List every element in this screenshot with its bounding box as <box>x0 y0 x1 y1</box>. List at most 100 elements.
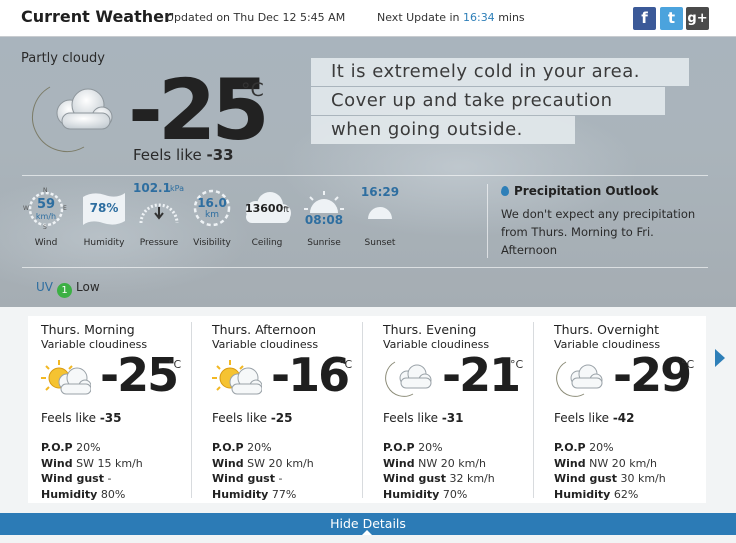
pop-value: 20% <box>247 441 272 454</box>
column-divider <box>362 322 363 498</box>
ceiling-number: 13600 <box>244 202 284 215</box>
forecast-section: Thurs. Morning Variable cloudiness -25 °… <box>0 307 736 513</box>
forecast-details: P.O.P 20% Wind NW 20 km/h Wind gust 32 k… <box>383 440 495 502</box>
forecast-period-name: Thurs. Morning <box>41 322 135 337</box>
wind-value: SW 20 km/h <box>247 456 314 470</box>
column-divider <box>533 322 534 498</box>
column-divider <box>191 322 192 498</box>
feels-like-label: Feels like <box>133 146 202 164</box>
wind-row: Wind SW 20 km/h <box>212 456 314 472</box>
sunset-label: Sunset <box>364 238 396 248</box>
page-title: Current Weather <box>21 7 172 26</box>
uv-index: UV 1 Low <box>36 280 100 298</box>
pop-value: 20% <box>76 441 101 454</box>
raindrop-icon <box>501 186 509 196</box>
humidity-value: 70% <box>442 487 468 501</box>
forecast-feels-like: Feels like -42 <box>554 411 635 425</box>
pop-value: 20% <box>418 441 443 454</box>
forecast-unit: °C <box>339 358 353 371</box>
partly-cloudy-day-icon <box>41 360 91 395</box>
hide-details-button[interactable]: Hide Details <box>0 513 736 535</box>
wind-value: NW 20 km/h <box>418 456 486 470</box>
precipitation-title-text: Precipitation Outlook <box>514 184 659 198</box>
wind-row: Wind NW 20 km/h <box>554 456 666 472</box>
temperature-unit: °C <box>241 79 264 101</box>
sunrise-time: 08:08 <box>304 213 344 227</box>
forecast-details: P.O.P 20% Wind NW 20 km/h Wind gust 30 k… <box>554 440 666 502</box>
sunset-time: 16:29 <box>360 185 400 199</box>
humidity-label: Humidity <box>83 238 125 248</box>
wind-value: NW 20 km/h <box>589 456 657 470</box>
pop-row: P.O.P 20% <box>554 440 666 456</box>
forecast-period: Thurs. Overnight Variable cloudiness -29… <box>541 316 712 503</box>
pop-label: P.O.P <box>554 441 586 454</box>
visibility-stat: 16.0 km Visibility <box>190 187 234 251</box>
pop-row: P.O.P 20% <box>212 440 314 456</box>
vertical-divider <box>487 184 488 258</box>
wind-label: Wind <box>34 238 58 248</box>
forecast-period-name: Thurs. Evening <box>383 322 477 337</box>
humidity-row: Humidity 80% <box>41 487 143 503</box>
visibility-unit: km <box>205 210 219 220</box>
partly-cloudy-night-icon <box>32 86 113 152</box>
updated-prefix: Updated on <box>166 11 231 24</box>
wind-row: Wind NW 20 km/h <box>383 456 495 472</box>
cold-alert-line: It is extremely cold in your area. <box>311 58 689 86</box>
ceiling-value: 13600ft <box>240 202 294 215</box>
sunrise-icon <box>304 191 344 213</box>
googleplus-icon[interactable]: g+ <box>686 7 709 30</box>
forecast-feels-like: Feels like -35 <box>41 411 122 425</box>
pop-row: P.O.P 20% <box>383 440 495 456</box>
updated-timestamp: Updated on Thu Dec 12 5:45 AM <box>166 11 345 24</box>
feels-like-value: -33 <box>206 146 234 164</box>
wind-label: Wind <box>41 456 73 470</box>
pressure-label: Pressure <box>139 238 179 248</box>
wind-label: Wind <box>212 456 244 470</box>
forecast-details: P.O.P 20% Wind SW 20 km/h Wind gust - Hu… <box>212 440 314 502</box>
sunset-icon <box>368 207 392 219</box>
facebook-icon[interactable]: f <box>633 7 656 30</box>
uv-level: Low <box>76 280 100 294</box>
twitter-icon[interactable]: t <box>660 7 683 30</box>
cold-alert-line: when going outside. <box>311 116 575 144</box>
feels-like-label: Feels like <box>554 411 609 425</box>
forecast-unit: °C <box>510 358 524 371</box>
pop-label: P.O.P <box>212 441 244 454</box>
feels-like: Feels like -33 <box>133 146 234 164</box>
forecast-temperature: -21 <box>442 348 521 402</box>
sunrise-stat: 08:08 Sunrise <box>302 187 346 251</box>
gust-row: Wind gust - <box>41 471 143 487</box>
humidity-label: Humidity <box>41 487 98 501</box>
gust-value: - <box>107 472 112 485</box>
forecast-feels-like: Feels like -25 <box>212 411 293 425</box>
next-update-prefix: Next Update in <box>377 11 460 24</box>
pop-label: P.O.P <box>41 441 73 454</box>
pressure-stat: 102.1 kPa Pressure <box>133 181 185 251</box>
partly-cloudy-night-icon <box>556 361 603 397</box>
forecast-temperature: -16 <box>271 348 350 402</box>
ceiling-label: Ceiling <box>251 238 283 248</box>
uv-index-badge: 1 <box>57 283 72 298</box>
humidity-label: Humidity <box>554 487 611 501</box>
feels-like-value: -42 <box>612 411 635 425</box>
hide-details-label: Hide Details <box>330 516 406 531</box>
partly-cloudy-night-icon <box>385 361 432 397</box>
sunrise-label: Sunrise <box>307 238 341 248</box>
humidity-label: Humidity <box>212 487 269 501</box>
wind-unit: km/h <box>35 212 57 221</box>
humidity-value: 78% <box>89 201 119 215</box>
gust-value: 30 km/h <box>620 472 666 485</box>
wind-speed: 59 <box>36 197 56 212</box>
gust-value: - <box>278 472 283 485</box>
sunset-stat: 16:29 Sunset <box>358 185 402 251</box>
wind-label: Wind <box>554 456 586 470</box>
visibility-label: Visibility <box>193 238 231 248</box>
ceiling-stat: 13600ft Ceiling <box>240 187 294 251</box>
next-update-suffix: mins <box>498 11 525 24</box>
next-forecast-arrow-icon[interactable] <box>715 349 725 367</box>
forecast-period-name: Thurs. Overnight <box>554 322 660 337</box>
gust-label: Wind gust <box>383 472 446 485</box>
forecast-unit: °C <box>168 358 182 371</box>
precipitation-outlook-title: Precipitation Outlook <box>501 184 659 198</box>
header-bar: Current Weather Updated on Thu Dec 12 5:… <box>0 0 736 37</box>
